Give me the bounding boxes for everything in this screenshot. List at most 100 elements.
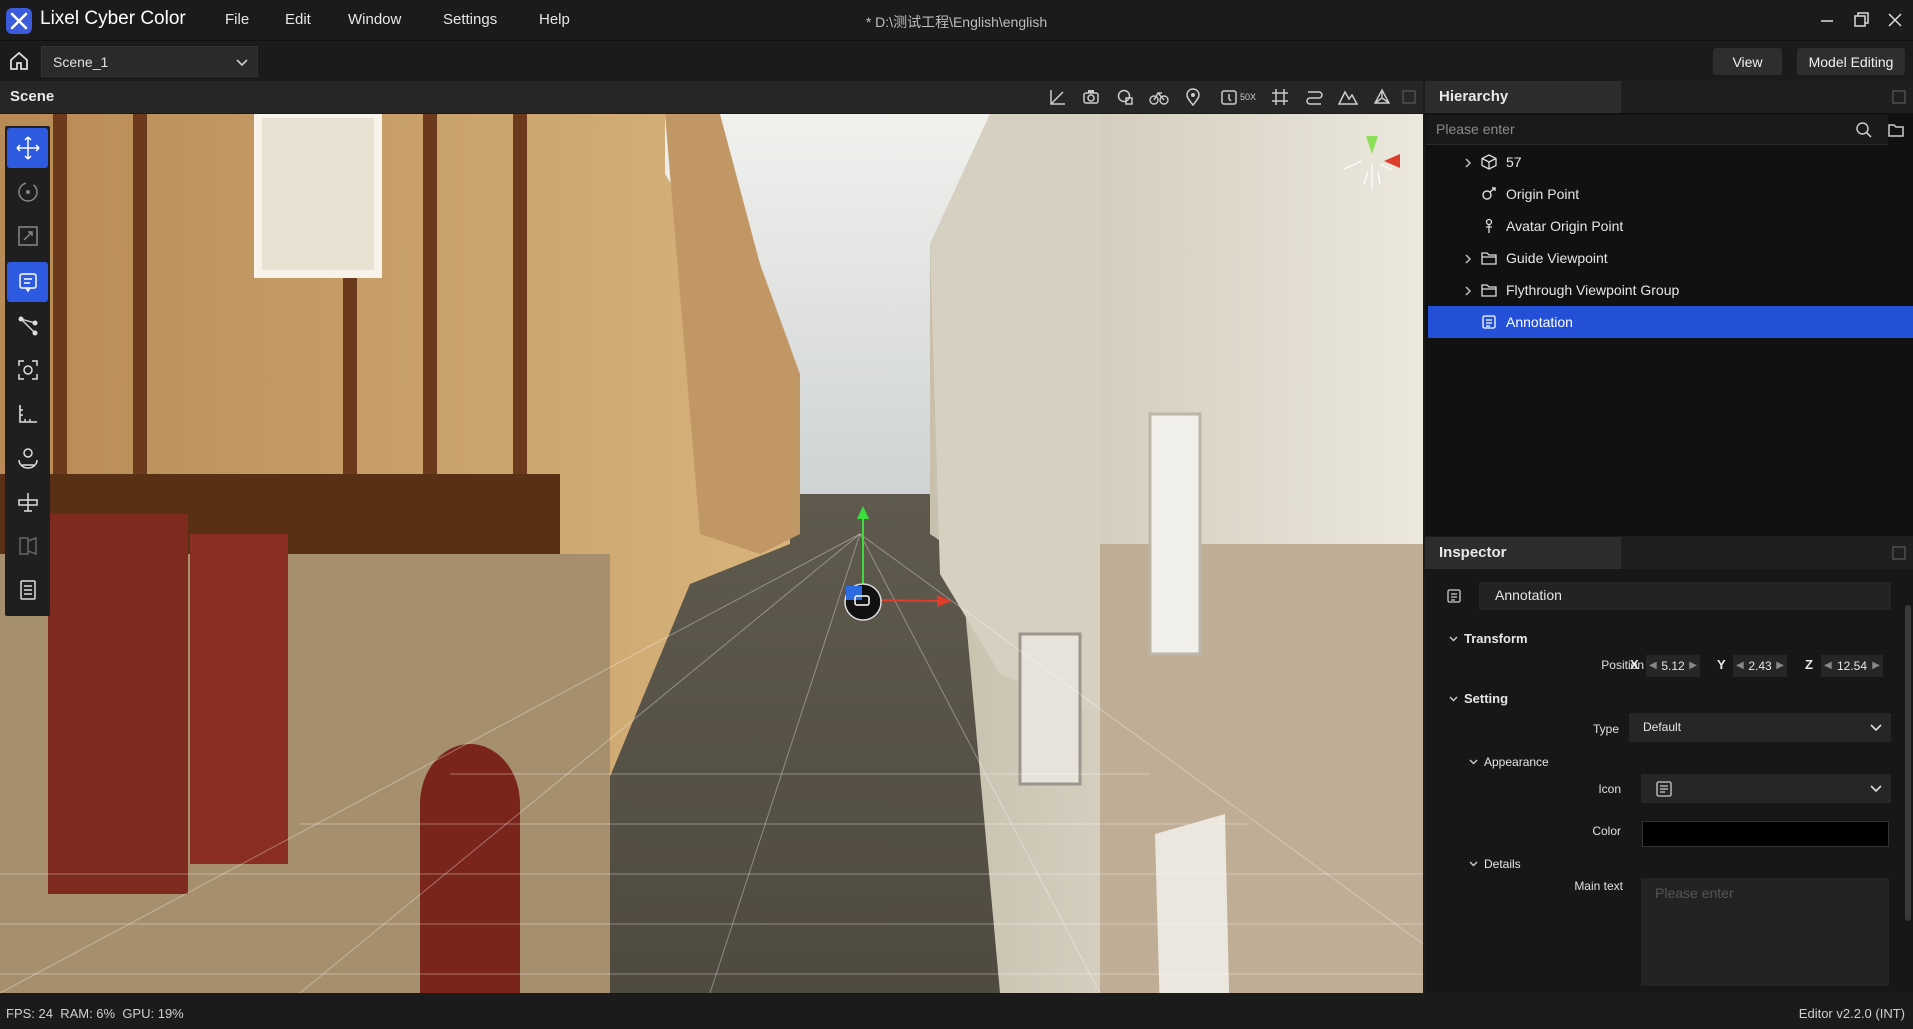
app-name: Lixel Cyber Color	[40, 8, 186, 29]
tree-item-annotation[interactable]: Annotation	[1428, 306, 1913, 338]
terrain-icon[interactable]	[1337, 86, 1359, 108]
street-scene-image	[0, 114, 1423, 993]
location-pin-icon[interactable]	[1182, 86, 1204, 108]
hierarchy-panel: Hierarchy Please enter 57 Origin Point A…	[1425, 81, 1913, 536]
z-axis-label: Z	[1805, 657, 1813, 672]
grid-icon[interactable]	[1269, 86, 1291, 108]
chevron-right-icon[interactable]	[1462, 252, 1474, 264]
object-name-field[interactable]: Annotation	[1479, 582, 1891, 610]
notes-tool-icon[interactable]	[7, 570, 48, 610]
avatar-tool-icon[interactable]	[7, 438, 48, 478]
project-bar: Scene_1 View Model Editing	[0, 40, 1913, 81]
maximize-panel-icon[interactable]	[1891, 89, 1907, 108]
search-icon[interactable]	[1855, 121, 1873, 142]
chevron-right-icon[interactable]	[1462, 156, 1474, 168]
folder-icon	[1480, 281, 1498, 299]
plane-tool-icon[interactable]	[7, 482, 48, 522]
shapes-icon[interactable]	[1114, 86, 1136, 108]
scene-select[interactable]: Scene_1	[41, 46, 258, 77]
tree-item-57[interactable]: 57	[1428, 146, 1913, 178]
position-x-field[interactable]: ◀ 5.12 ▶	[1646, 655, 1700, 677]
hierarchy-search-input[interactable]: Please enter	[1426, 115, 1888, 145]
inspector-panel: Inspector Annotation Transform Position …	[1425, 537, 1913, 993]
move-tool-icon[interactable]	[7, 128, 48, 168]
position-z-field[interactable]: ◀ 12.54 ▶	[1821, 655, 1883, 677]
setting-section[interactable]: Setting	[1449, 691, 1508, 706]
editor-version: Editor v2.2.0 (INT)	[1798, 1006, 1905, 1021]
position-x-value: 5.12	[1661, 659, 1685, 673]
inspector-scrollbar[interactable]	[1905, 605, 1911, 921]
scene-tools-toolbar	[5, 126, 50, 616]
chevron-down-icon	[1469, 857, 1478, 871]
speed-multiplier-icon[interactable]: 50X	[1216, 86, 1260, 108]
scene-select-value: Scene_1	[53, 53, 109, 70]
type-value: Default	[1643, 720, 1682, 734]
main-text-input[interactable]: Please enter	[1641, 878, 1889, 986]
model-editing-button[interactable]: Model Editing	[1797, 48, 1905, 75]
menu-window[interactable]: Window	[348, 11, 401, 28]
chevron-down-icon	[1469, 755, 1478, 769]
menu-edit[interactable]: Edit	[285, 11, 311, 28]
home-icon[interactable]	[8, 50, 30, 72]
scene-title: Scene	[10, 88, 55, 105]
details-label: Details	[1484, 857, 1521, 871]
type-dropdown[interactable]: Default	[1629, 713, 1891, 742]
app-logo-icon	[6, 8, 32, 34]
performance-stats: FPS: 24 RAM: 6% GPU: 19%	[6, 1006, 184, 1021]
menu-help[interactable]: Help	[539, 11, 570, 28]
folder-open-icon[interactable]	[1887, 121, 1905, 142]
cube-icon	[1480, 153, 1498, 171]
icon-dropdown[interactable]	[1641, 774, 1891, 803]
scene-panel-header: Scene 50X	[0, 81, 1423, 113]
appearance-section[interactable]: Appearance	[1469, 755, 1549, 769]
hierarchy-title[interactable]: Hierarchy	[1425, 81, 1621, 113]
rotate-tool-icon[interactable]	[7, 172, 48, 212]
position-y-field[interactable]: ◀ 2.43 ▶	[1733, 655, 1787, 677]
tree-item-origin-point[interactable]: Origin Point	[1428, 178, 1913, 210]
tree-item-guide-viewpoint[interactable]: Guide Viewpoint	[1428, 242, 1913, 274]
transform-label: Transform	[1464, 631, 1528, 646]
color-swatch[interactable]	[1642, 821, 1889, 847]
chevron-down-icon	[235, 55, 249, 72]
camera-icon[interactable]	[1080, 86, 1102, 108]
tree-item-avatar-origin-point[interactable]: Avatar Origin Point	[1428, 210, 1913, 242]
title-bar: Lixel Cyber Color File Edit Window Setti…	[0, 0, 1913, 40]
status-bar: FPS: 24 RAM: 6% GPU: 19% Editor v2.2.0 (…	[0, 993, 1913, 1029]
appearance-label: Appearance	[1484, 755, 1549, 769]
avatar-icon	[1480, 217, 1498, 235]
maximize-panel-icon[interactable]	[1891, 545, 1907, 564]
transform-section[interactable]: Transform	[1449, 631, 1528, 646]
measure-tool-icon[interactable]	[7, 394, 48, 434]
maximize-panel-icon[interactable]	[1398, 86, 1420, 108]
minimize-icon[interactable]	[1812, 6, 1842, 34]
chevron-right-icon[interactable]	[1462, 284, 1474, 296]
path-icon[interactable]	[1303, 86, 1325, 108]
setting-label: Setting	[1464, 691, 1509, 706]
main-text-label: Main text	[1574, 879, 1623, 893]
menu-file[interactable]: File	[225, 11, 249, 28]
tree-item-label: Guide Viewpoint	[1506, 250, 1608, 266]
folder-icon	[1480, 249, 1498, 267]
path-tool-icon[interactable]	[7, 306, 48, 346]
scale-tool-icon[interactable]	[7, 216, 48, 256]
annotation-icon	[1446, 588, 1462, 607]
tree-item-label: Origin Point	[1506, 186, 1580, 202]
focus-tool-icon[interactable]	[7, 350, 48, 390]
maximize-icon[interactable]	[1846, 6, 1876, 34]
view-button[interactable]: View	[1713, 48, 1782, 75]
annotation-tool-icon[interactable]	[7, 262, 48, 302]
clip-tool-icon[interactable]	[7, 526, 48, 566]
bicycle-icon[interactable]	[1148, 86, 1170, 108]
scene-viewport[interactable]	[0, 114, 1423, 993]
close-icon[interactable]	[1880, 6, 1910, 34]
axis-icon[interactable]	[1046, 86, 1068, 108]
annotation-icon	[1655, 781, 1673, 801]
chevron-down-icon	[1869, 720, 1883, 737]
details-section[interactable]: Details	[1469, 857, 1521, 871]
chevron-down-icon	[1869, 781, 1883, 798]
origin-point-icon	[1480, 185, 1498, 203]
mesh-icon[interactable]	[1371, 86, 1393, 108]
tree-item-flythrough-viewpoint-group[interactable]: Flythrough Viewpoint Group	[1428, 274, 1913, 306]
menu-settings[interactable]: Settings	[443, 11, 497, 28]
inspector-title[interactable]: Inspector	[1425, 537, 1621, 569]
